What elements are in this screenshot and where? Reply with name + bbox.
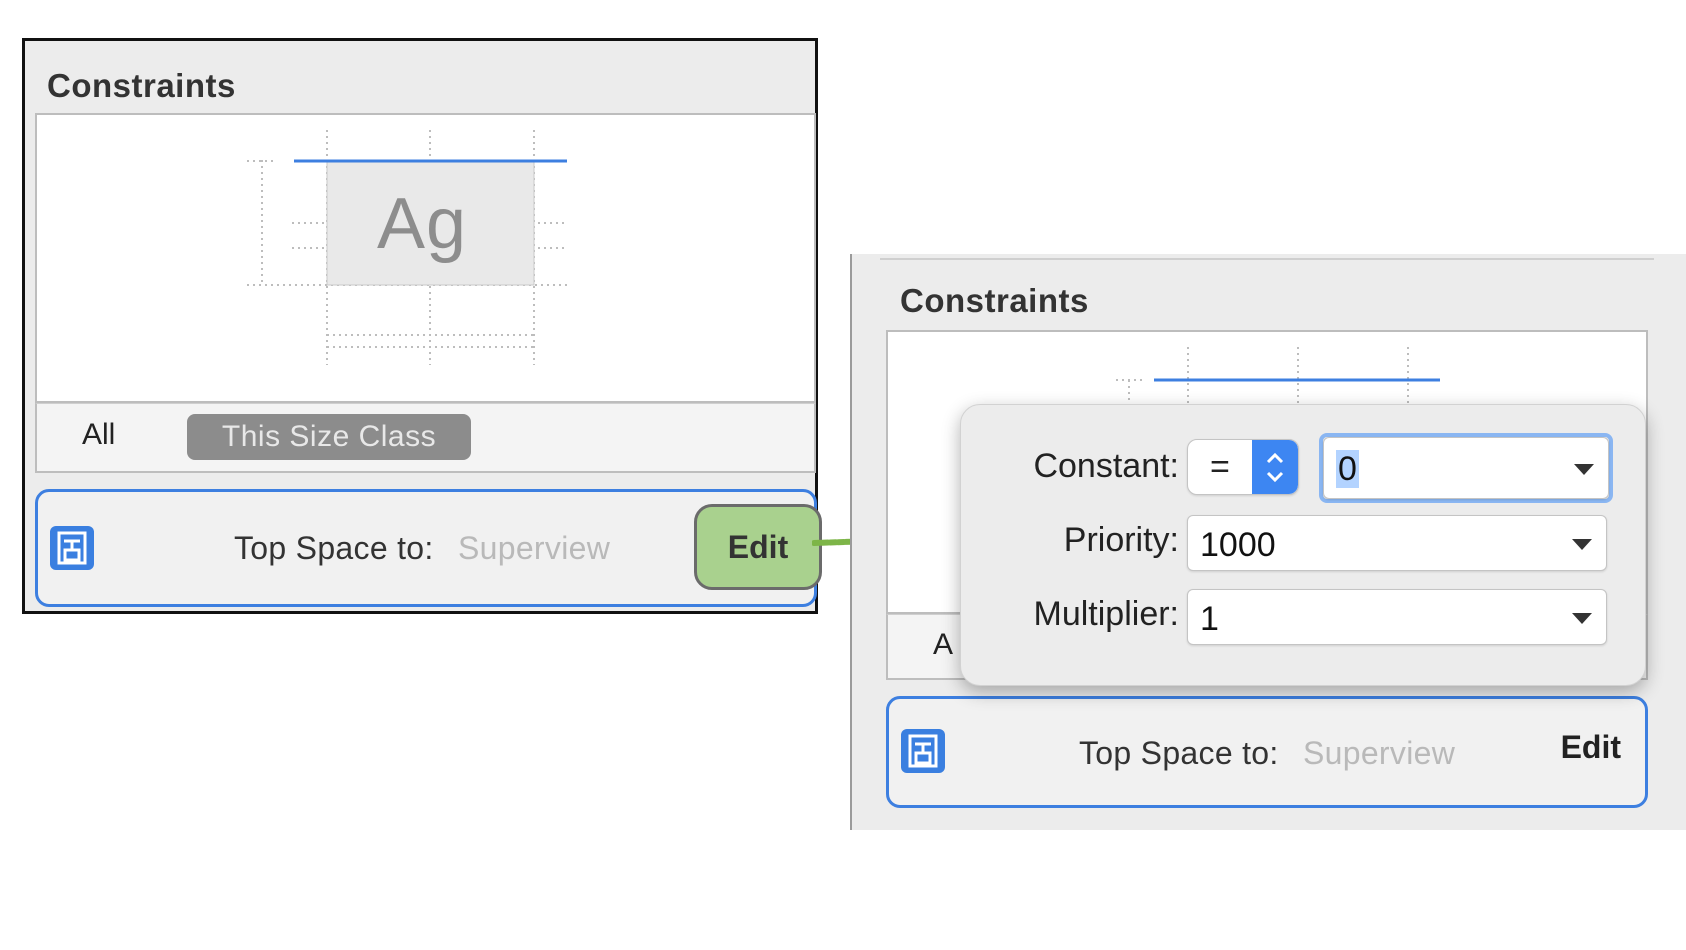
panel-title: Constraints xyxy=(900,282,1089,319)
panel-top-divider xyxy=(880,258,1654,260)
constraint-label: Top Space to: xyxy=(1079,735,1279,771)
up-down-stepper-icon[interactable] xyxy=(1252,440,1298,494)
constraint-row-top-space[interactable]: Top Space to: Superview Edit xyxy=(886,696,1648,808)
constant-label: Constant: xyxy=(1033,447,1179,485)
constant-value: 0 xyxy=(1336,450,1359,488)
constraint-target: Superview xyxy=(458,530,611,566)
panel-title: Constraints xyxy=(47,67,236,104)
edit-button[interactable]: Edit xyxy=(1561,729,1621,766)
dropdown-caret-icon[interactable] xyxy=(1574,464,1594,475)
dropdown-caret-icon[interactable] xyxy=(1572,539,1592,550)
constant-field[interactable]: 0 xyxy=(1336,450,1359,489)
tab-all[interactable]: All xyxy=(82,418,115,452)
size-class-tabs: All This Size Class xyxy=(35,403,816,473)
constraint-row-top-space[interactable]: Top Space to: Superview Edit xyxy=(35,489,822,607)
constraint-document-icon xyxy=(50,526,94,570)
constraint-label: Top Space to: xyxy=(234,530,434,566)
priority-value[interactable]: 1000 xyxy=(1200,526,1276,565)
multiplier-label: Multiplier: xyxy=(1033,595,1179,633)
edit-button[interactable]: Edit xyxy=(694,504,822,590)
dropdown-caret-icon[interactable] xyxy=(1572,613,1592,624)
priority-label: Priority: xyxy=(1063,521,1179,559)
tab-all-partial[interactable]: A xyxy=(933,628,953,662)
priority-combobox[interactable]: 1000 xyxy=(1187,515,1607,571)
constraint-edit-popover: Constant: = 0 Priority: 1000 Multiplier:… xyxy=(960,404,1646,686)
constraint-document-icon xyxy=(901,729,945,773)
preview-glyph: Ag xyxy=(377,184,468,264)
relation-select[interactable]: = xyxy=(1187,439,1299,495)
panel-divider xyxy=(850,254,852,830)
constraint-target: Superview xyxy=(1303,735,1456,771)
relation-value: = xyxy=(1210,448,1230,486)
constant-combobox[interactable]: 0 xyxy=(1323,437,1609,499)
multiplier-combobox[interactable]: 1 xyxy=(1187,589,1607,645)
constraint-preview-canvas: Ag xyxy=(35,113,816,403)
tab-this-size-class[interactable]: This Size Class xyxy=(187,414,471,460)
multiplier-value[interactable]: 1 xyxy=(1200,600,1219,639)
constraints-panel-before: Constraints Ag All This Size Class Top S… xyxy=(22,38,822,614)
